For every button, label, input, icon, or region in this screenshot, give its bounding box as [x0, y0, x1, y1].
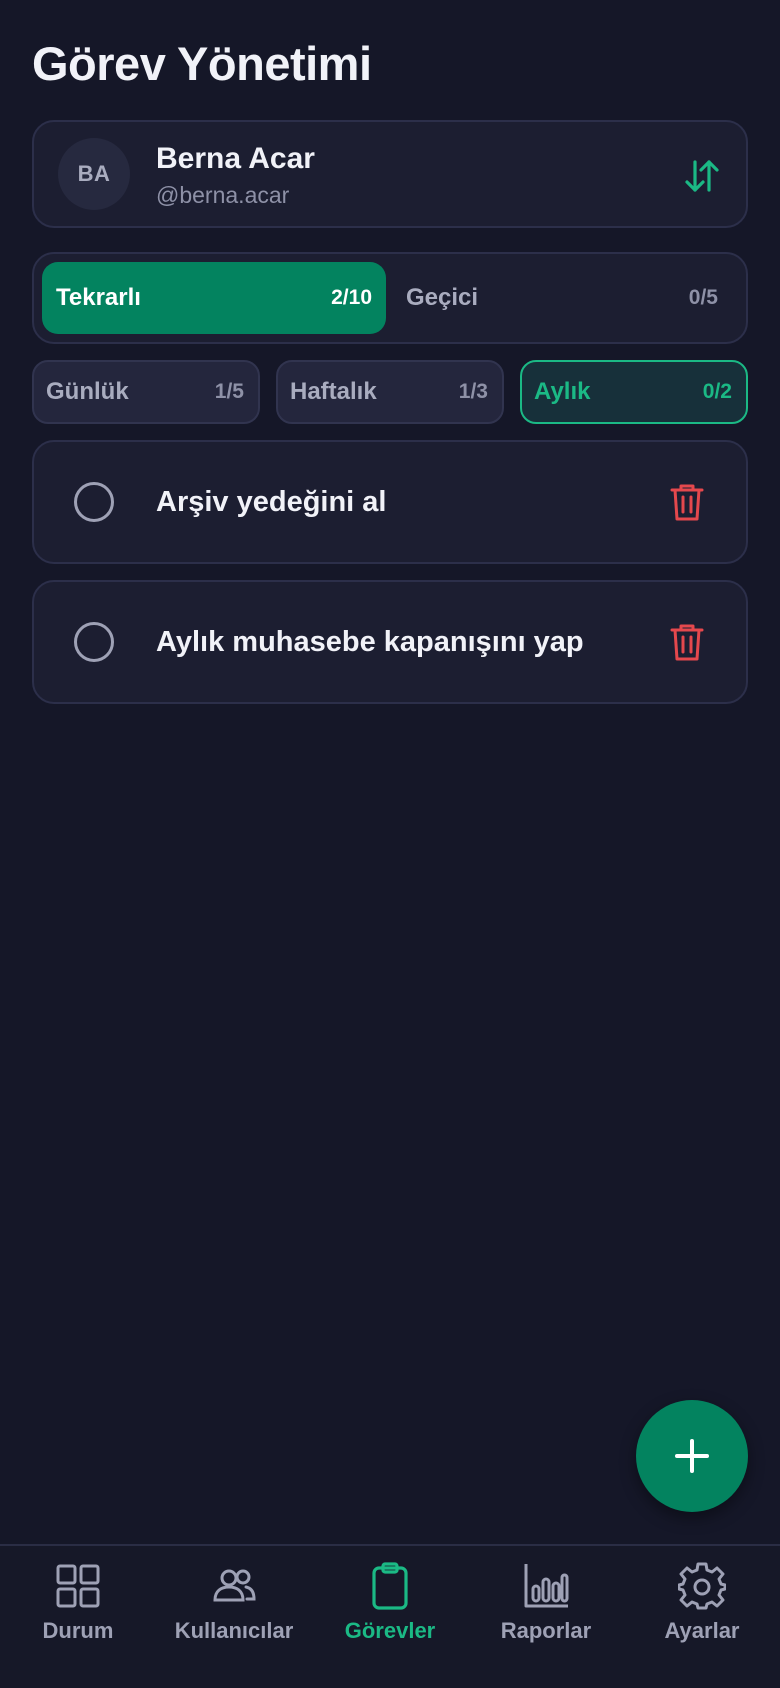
users-icon [213, 1569, 256, 1602]
nav-label: Durum [42, 1618, 114, 1643]
bottom-nav: Durum Kullanıcılar Görevler Raporlar Aya… [0, 1544, 780, 1688]
swap-vertical-icon[interactable] [682, 156, 722, 196]
plus-icon [675, 1439, 709, 1473]
user-card[interactable]: BA Berna Acar @berna.acar [32, 120, 748, 228]
task-item[interactable]: Aylık muhasebe kapanışını yap [32, 580, 748, 704]
add-task-button[interactable] [636, 1400, 748, 1512]
tab-count: 0/5 [688, 286, 718, 309]
tab-label: Geçici [406, 284, 479, 311]
grid-icon [56, 1564, 100, 1608]
task-type-tabs: Tekrarlı 2/10 Geçici 0/5 [32, 252, 748, 344]
filter-label: Haftalık [290, 378, 377, 405]
task-checkbox[interactable] [74, 482, 114, 522]
clipboard-icon [372, 1562, 408, 1610]
tab-recurring[interactable]: Tekrarlı 2/10 [42, 262, 386, 334]
nav-label: Ayarlar [664, 1618, 740, 1643]
filter-label: Aylık [534, 378, 591, 405]
bar-chart-icon [524, 1564, 569, 1608]
avatar: BA [58, 138, 130, 210]
nav-label: Görevler [344, 1618, 436, 1643]
task-checkbox[interactable] [74, 622, 114, 662]
gear-icon [678, 1562, 726, 1610]
filter-count: 0/2 [702, 380, 732, 403]
nav-label: Kullanıcılar [174, 1618, 294, 1643]
task-management-screen: Görev Yönetimi BA Berna Acar @berna.acar… [0, 0, 780, 1688]
nav-item-durum[interactable]: Durum [0, 1562, 156, 1662]
user-handle: @berna.acar [156, 182, 290, 208]
page-title: Görev Yönetimi [32, 37, 372, 90]
task-item[interactable]: Arşiv yedeğini al [32, 440, 748, 564]
nav-item-reports[interactable]: Raporlar [468, 1562, 624, 1662]
nav-item-tasks[interactable]: Görevler [312, 1562, 468, 1662]
tab-temporary[interactable]: Geçici 0/5 [390, 262, 740, 334]
user-name: Berna Acar [156, 142, 315, 175]
trash-icon[interactable] [670, 622, 704, 662]
tab-label: Tekrarlı [56, 284, 141, 311]
nav-label: Raporlar [500, 1618, 592, 1643]
filter-monthly[interactable]: Aylık 0/2 [520, 360, 748, 424]
tab-count: 2/10 [331, 286, 372, 309]
trash-icon[interactable] [670, 482, 704, 522]
filter-weekly[interactable]: Haftalık 1/3 [276, 360, 504, 424]
filter-count: 1/5 [214, 380, 244, 403]
task-title: Arşiv yedeğini al [156, 486, 387, 518]
filter-count: 1/3 [458, 380, 488, 403]
nav-item-settings[interactable]: Ayarlar [624, 1562, 780, 1662]
nav-item-users[interactable]: Kullanıcılar [156, 1562, 312, 1662]
filter-daily[interactable]: Günlük 1/5 [32, 360, 260, 424]
task-title: Aylık muhasebe kapanışını yap [156, 626, 584, 658]
filter-label: Günlük [46, 378, 129, 405]
